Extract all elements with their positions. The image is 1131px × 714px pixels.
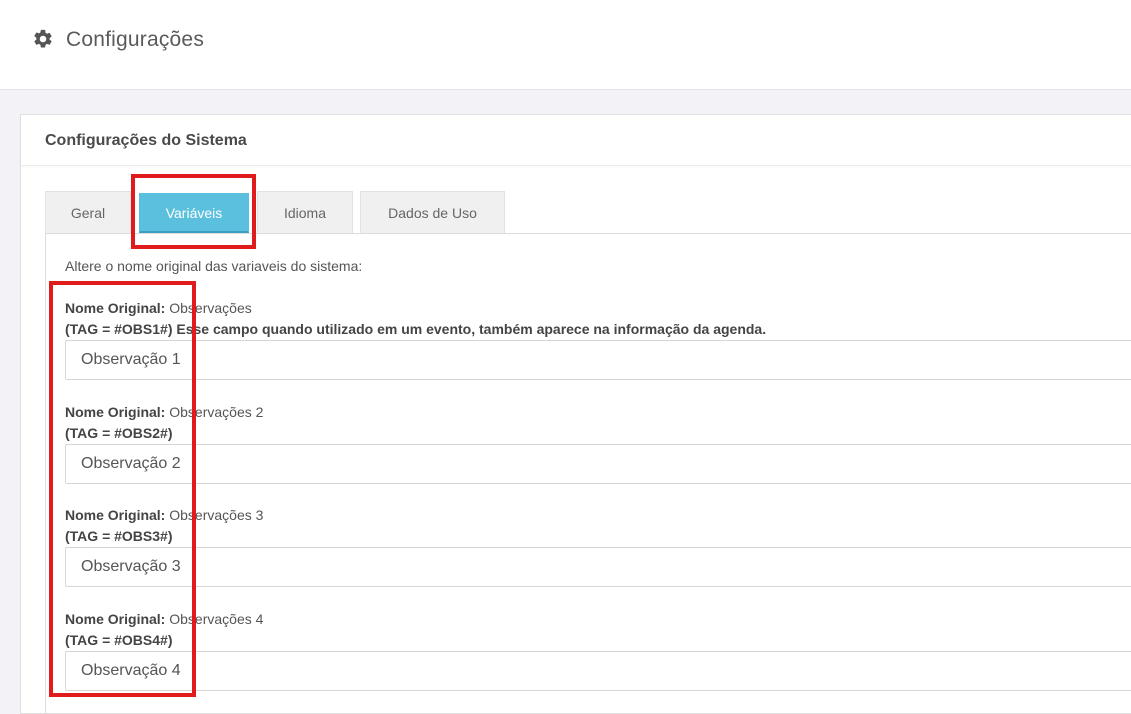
original-name-value: Observações 3: [169, 507, 264, 523]
original-name-label: Nome Original:: [65, 507, 166, 523]
tab-idioma[interactable]: Idioma: [257, 191, 353, 234]
variable-field-obs2: Nome Original: Observações 2 (TAG = #OBS…: [65, 402, 1131, 484]
original-name-label: Nome Original:: [65, 404, 166, 420]
tag-info: (TAG = #OBS4#): [65, 632, 173, 648]
tab-content-variaveis: Altere o nome original das variaveis do …: [45, 233, 1131, 713]
intro-text: Altere o nome original das variaveis do …: [65, 258, 363, 274]
variable-input-obs4[interactable]: [65, 651, 1131, 691]
original-name-line: Nome Original: Observações: [65, 298, 1131, 319]
panel-header: Configurações do Sistema: [21, 115, 1131, 166]
variable-input-obs3[interactable]: [65, 547, 1131, 587]
variable-input-obs1[interactable]: [65, 340, 1131, 380]
original-name-line: Nome Original: Observações 2: [65, 402, 1131, 423]
original-name-label: Nome Original:: [65, 300, 166, 316]
tag-info: (TAG = #OBS2#): [65, 425, 173, 441]
panel-title: Configurações do Sistema: [45, 132, 247, 149]
variable-field-obs1: Nome Original: Observações (TAG = #OBS1#…: [65, 298, 1131, 380]
variable-field-obs3: Nome Original: Observações 3 (TAG = #OBS…: [65, 505, 1131, 587]
original-name-value: Observações: [169, 300, 252, 316]
original-name-line: Nome Original: Observações 3: [65, 505, 1131, 526]
gear-icon: [34, 29, 52, 48]
original-name-label: Nome Original:: [65, 611, 166, 627]
top-bar: Configurações: [0, 0, 1131, 90]
original-name-value: Observações 2: [169, 404, 264, 420]
tag-info: (TAG = #OBS1#) Esse campo quando utiliza…: [65, 321, 767, 337]
tab-dados-de-uso[interactable]: Dados de Uso: [360, 191, 505, 234]
original-name-value: Observações 4: [169, 611, 264, 627]
original-name-line: Nome Original: Observações 4: [65, 609, 1131, 630]
page-title: Configurações: [66, 28, 205, 51]
tab-geral[interactable]: Geral: [45, 191, 131, 234]
settings-panel: Configurações do Sistema Geral Variáveis…: [20, 114, 1131, 714]
tag-info: (TAG = #OBS3#): [65, 528, 173, 544]
variable-field-obs4: Nome Original: Observações 4 (TAG = #OBS…: [65, 609, 1131, 691]
variable-input-obs2[interactable]: [65, 444, 1131, 484]
tab-variaveis[interactable]: Variáveis: [139, 193, 249, 233]
